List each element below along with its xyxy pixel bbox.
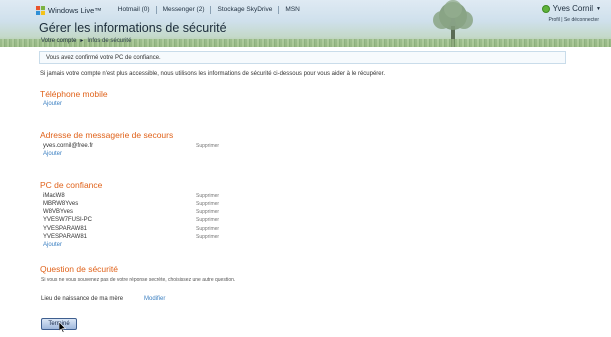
- breadcrumb-separator-icon: ▸: [80, 38, 84, 44]
- user-menu[interactable]: Yves Cornil ▼: [541, 4, 601, 13]
- breadcrumb-current: Infos de sécurité: [87, 37, 132, 44]
- section-title-trusted-pc: PC de confiance: [40, 180, 103, 190]
- user-name: Yves Cornil: [552, 4, 594, 13]
- nav-messenger[interactable]: Messenger (2): [155, 6, 211, 14]
- mouse-pointer-icon: [59, 322, 67, 333]
- delete-pc-link[interactable]: Supprimer: [196, 234, 219, 240]
- trusted-pc-item: YVESPARAW81: [43, 234, 88, 240]
- online-status-icon: [541, 4, 550, 13]
- brand-label: Windows Live™: [48, 5, 102, 15]
- trusted-pc-item: W8VBYves: [43, 209, 74, 215]
- breadcrumb: Votre compte ▸ Infos de sécurité: [41, 37, 132, 45]
- header: Windows Live™ Hotmail (0) Messenger (2) …: [0, 0, 611, 47]
- windows-flag-icon: [36, 5, 45, 15]
- delete-pc-link[interactable]: Supprimer: [196, 217, 219, 223]
- confirmation-notice: Vous avez confirmé votre PC de confiance…: [39, 51, 566, 64]
- section-title-email: Adresse de messagerie de secours: [40, 130, 174, 140]
- trusted-pc-item: MBRW8Yves: [43, 201, 79, 207]
- nav-msn[interactable]: MSN: [278, 6, 305, 14]
- user-links[interactable]: Profil | Se déconnecter: [549, 17, 600, 23]
- modify-question-link[interactable]: Modifier: [144, 296, 165, 302]
- section-title-security-question: Question de sécurité: [40, 264, 118, 274]
- delete-pc-link[interactable]: Supprimer: [196, 209, 219, 215]
- add-pc-link[interactable]: Ajouter: [43, 242, 62, 248]
- add-email-link[interactable]: Ajouter: [43, 151, 62, 157]
- security-question-hint: Si vous ne vous souvenez pas de votre ré…: [41, 277, 236, 283]
- section-title-mobile: Téléphone mobile: [40, 89, 108, 99]
- intro-text: Si jamais votre compte n'est plus access…: [40, 71, 385, 77]
- trusted-pc-item: YVESW7FUSI-PC: [43, 217, 93, 223]
- delete-email-link[interactable]: Supprimer: [196, 143, 219, 149]
- security-question-value: Lieu de naissance de ma mère: [41, 296, 124, 302]
- windows-live-logo[interactable]: Windows Live™: [36, 5, 102, 15]
- top-navigation: Windows Live™ Hotmail (0) Messenger (2) …: [36, 4, 306, 16]
- email-item: yves.cornil@free.fr: [43, 143, 94, 149]
- page-title: Gérer les informations de sécurité: [39, 21, 227, 35]
- nav-skydrive[interactable]: Stockage SkyDrive: [210, 6, 278, 14]
- delete-pc-link[interactable]: Supprimer: [196, 193, 219, 199]
- chevron-down-icon: ▼: [596, 5, 601, 12]
- delete-pc-link[interactable]: Supprimer: [196, 201, 219, 207]
- delete-pc-link[interactable]: Supprimer: [196, 226, 219, 232]
- breadcrumb-parent[interactable]: Votre compte: [41, 38, 76, 44]
- trusted-pc-item: YVESPARAW81: [43, 226, 88, 232]
- trusted-pc-item: iMacW8: [43, 193, 65, 199]
- nav-hotmail[interactable]: Hotmail (0): [112, 6, 156, 14]
- add-mobile-link[interactable]: Ajouter: [43, 101, 62, 107]
